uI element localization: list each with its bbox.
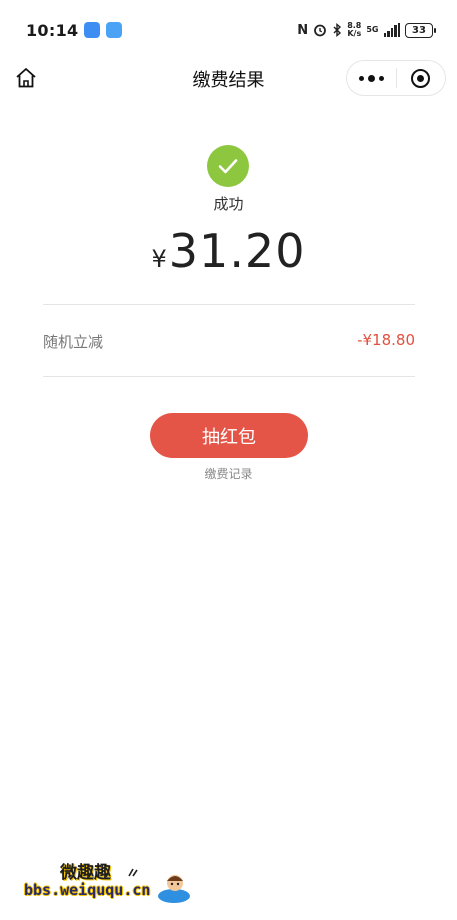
check-circle-icon — [207, 145, 249, 187]
close-miniprogram-button[interactable] — [397, 61, 445, 95]
amount: ¥ 31.20 — [0, 224, 457, 278]
divider-top — [43, 304, 415, 305]
discount-label: 随机立减 — [43, 333, 104, 351]
nav-bar: 缴费结果 — [0, 56, 457, 100]
payment-records-link[interactable]: 缴费记录 — [0, 465, 457, 482]
status-text: 成功 — [213, 195, 244, 213]
mascot-icon — [158, 875, 190, 903]
message-notification-icon — [106, 22, 123, 38]
amount-value: 31.20 — [168, 224, 306, 278]
status-time: 10:14 — [26, 20, 79, 40]
status-bar-right: N 8.8 K/s 5G 33 — [297, 22, 436, 38]
bluetooth-icon — [333, 23, 342, 37]
payment-result-page: 10:14 N 8.8 K/s 5G 33 缴费结果 成功 ¥ 31.20 随机… — [0, 0, 457, 920]
watermark-url: bbs.weiququ.cn — [24, 881, 151, 899]
more-button[interactable] — [347, 61, 396, 95]
currency-symbol: ¥ — [151, 245, 167, 273]
more-dot-left — [359, 75, 364, 81]
checkmark-icon — [218, 159, 238, 174]
network-speed: 8.8 K/s — [347, 22, 361, 38]
more-dot-right — [379, 75, 384, 81]
battery-icon: 33 — [405, 22, 436, 38]
app-notification-icon — [84, 22, 101, 38]
miniprogram-capsule — [346, 60, 446, 96]
status-bar-left: 10:14 — [26, 20, 123, 40]
divider-bottom — [43, 376, 415, 377]
sparkle-icon — [128, 868, 138, 877]
watermark-title: 微趣趣 — [60, 863, 111, 883]
discount-value: -¥18.80 — [357, 331, 415, 349]
nfc-icon: N — [297, 22, 309, 38]
network-type: 5G — [366, 25, 379, 34]
alarm-icon — [314, 24, 327, 37]
signal-icon — [383, 23, 400, 37]
target-circle-icon — [411, 68, 431, 88]
status-bar: 10:14 N 8.8 K/s 5G 33 — [0, 0, 457, 60]
more-dots-icon — [368, 74, 375, 82]
red-packet-button[interactable]: 抽红包 — [150, 413, 308, 458]
network-speed-unit: K/s — [347, 29, 362, 38]
